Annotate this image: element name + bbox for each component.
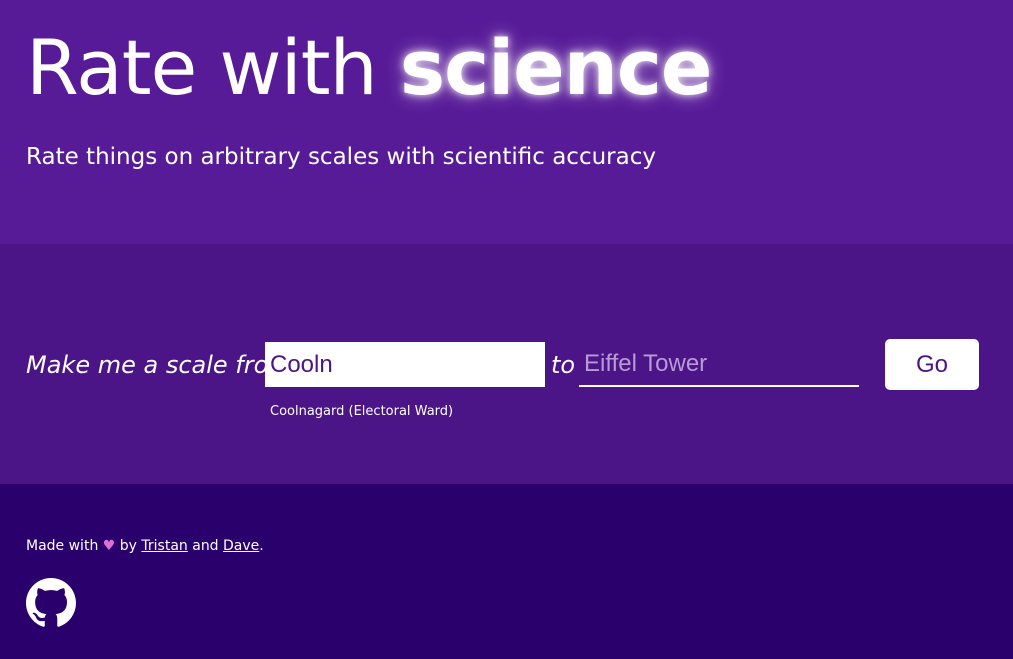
and-text: and [192,538,219,554]
page-subtitle: Rate things on arbitrary scales with sci… [26,144,656,170]
github-logo [26,578,76,627]
scale-form: Make me a scale from Coolnagard (Elector… [0,244,1013,484]
to-field[interactable] [579,342,859,387]
github-icon[interactable] [26,578,76,628]
credits: Made with ♥ by Tristan and Dave. [26,537,264,555]
from-input[interactable] [270,342,545,387]
from-field[interactable] [265,342,545,387]
form-lead-label: Make me a scale from [26,351,292,379]
title-emphasis: science [399,23,713,112]
to-label: to [551,351,576,379]
to-input[interactable] [584,342,859,385]
hero-section: Rate with science Rate things on arbitra… [0,0,1013,244]
go-button[interactable]: Go [885,339,979,390]
page-title: Rate with science [26,18,713,118]
period-text: . [259,538,264,554]
autocomplete-suggestion[interactable]: Coolnagard (Electoral Ward) [270,404,453,420]
title-plain: Rate with [26,23,400,112]
footer: Made with ♥ by Tristan and Dave. [0,484,1013,659]
author-link-dave[interactable]: Dave [223,538,259,554]
heart-icon: ♥ [102,538,116,554]
by-text: by [119,538,137,554]
author-link-tristan[interactable]: Tristan [141,538,187,554]
made-with-text: Made with [26,538,99,554]
